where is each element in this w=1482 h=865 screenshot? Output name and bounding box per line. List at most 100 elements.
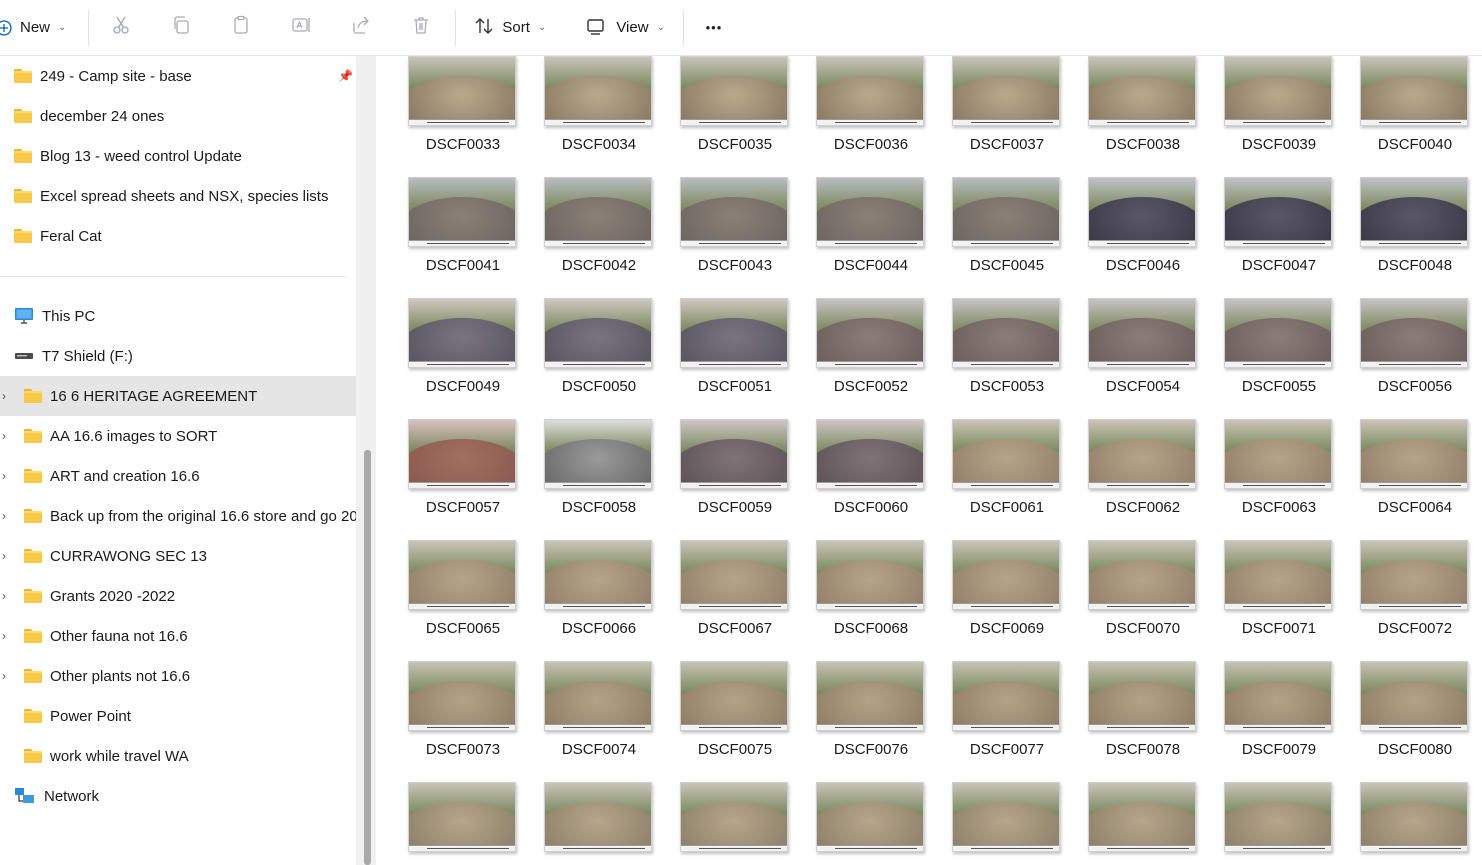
navigation-scrollbar-thumb[interactable] [364, 450, 371, 865]
file-tile[interactable]: DSCF0057 [376, 419, 516, 535]
quick-access-item[interactable]: 249 - Camp site - base 📌 [0, 56, 356, 96]
file-tile[interactable]: DSCF0052 [784, 298, 924, 414]
nav-item-network[interactable]: Network [0, 776, 356, 816]
delete-button[interactable] [401, 10, 441, 46]
file-tile[interactable]: DSCF0065 [376, 540, 516, 656]
more-options-button[interactable]: ••• [694, 10, 734, 46]
file-tile[interactable]: DSCF0072 [1328, 540, 1468, 656]
nav-item-drive[interactable]: T7 Shield (F:) [0, 336, 356, 376]
file-tile[interactable]: DSCF0039 [1192, 56, 1332, 172]
file-tile[interactable]: DSCF0038 [1056, 56, 1196, 172]
file-tile[interactable]: DSCF0036 [784, 56, 924, 172]
file-tile[interactable]: DSCF0037 [920, 56, 1060, 172]
chevron-right-icon[interactable]: › [2, 389, 12, 403]
file-tile[interactable]: DSCF0063 [1192, 419, 1332, 535]
paste-button[interactable] [221, 10, 261, 46]
file-tile[interactable]: DSCF0062 [1056, 419, 1196, 535]
file-tile[interactable]: DSCF0071 [1192, 540, 1332, 656]
file-tile[interactable]: DSCF0051 [648, 298, 788, 414]
quick-access-item[interactable]: Blog 13 - weed control Update [0, 136, 356, 176]
file-tile[interactable]: DSCF0061 [920, 419, 1060, 535]
chevron-right-icon[interactable]: › [2, 629, 12, 643]
drive-folder-item[interactable]: › ART and creation 16.6 [0, 456, 356, 496]
file-tile[interactable]: DSCF0043 [648, 177, 788, 293]
drive-folder-item[interactable]: Power Point [0, 696, 356, 736]
file-tile[interactable] [1192, 782, 1332, 865]
drive-folder-item[interactable]: › Other fauna not 16.6 [0, 616, 356, 656]
cut-button[interactable] [101, 10, 141, 46]
quick-access-item[interactable]: Feral Cat [0, 216, 356, 256]
file-tile[interactable]: DSCF0059 [648, 419, 788, 535]
file-tile[interactable]: DSCF0073 [376, 661, 516, 777]
file-tile[interactable]: DSCF0067 [648, 540, 788, 656]
drive-folder-item[interactable]: › Other plants not 16.6 [0, 656, 356, 696]
chevron-right-icon[interactable]: › [2, 549, 12, 563]
file-tile[interactable]: DSCF0046 [1056, 177, 1196, 293]
file-tile[interactable]: DSCF0066 [512, 540, 652, 656]
pin-icon[interactable]: 📌 [338, 69, 353, 83]
file-tile[interactable]: DSCF0060 [784, 419, 924, 535]
file-tile[interactable]: DSCF0048 [1328, 177, 1468, 293]
file-tile[interactable]: DSCF0058 [512, 419, 652, 535]
file-tile[interactable]: DSCF0044 [784, 177, 924, 293]
file-tile[interactable]: DSCF0070 [1056, 540, 1196, 656]
file-tile[interactable]: DSCF0080 [1328, 661, 1468, 777]
file-tile[interactable] [1328, 782, 1468, 865]
file-name: DSCF0070 [1105, 620, 1181, 637]
image-thumbnail [1224, 177, 1332, 247]
file-tile[interactable] [1056, 782, 1196, 865]
file-tile[interactable] [920, 782, 1060, 865]
file-tile[interactable] [512, 782, 652, 865]
file-tile[interactable]: DSCF0035 [648, 56, 788, 172]
file-tile[interactable]: DSCF0077 [920, 661, 1060, 777]
share-button[interactable] [341, 10, 381, 46]
drive-folder-item[interactable]: › Grants 2020 -2022 [0, 576, 356, 616]
file-tile[interactable]: DSCF0054 [1056, 298, 1196, 414]
quick-access-item[interactable]: december 24 ones [0, 96, 356, 136]
file-tile[interactable]: DSCF0047 [1192, 177, 1332, 293]
file-tile[interactable]: DSCF0045 [920, 177, 1060, 293]
file-tile[interactable]: DSCF0040 [1328, 56, 1468, 172]
file-tile[interactable]: DSCF0041 [376, 177, 516, 293]
file-tile[interactable] [376, 782, 516, 865]
chevron-right-icon[interactable]: › [2, 509, 12, 523]
file-name: DSCF0038 [1105, 136, 1181, 153]
file-tile[interactable] [648, 782, 788, 865]
file-tile[interactable]: DSCF0049 [376, 298, 516, 414]
file-tile[interactable]: DSCF0053 [920, 298, 1060, 414]
chevron-right-icon[interactable]: › [2, 429, 12, 443]
file-tile[interactable]: DSCF0076 [784, 661, 924, 777]
nav-item-this-pc[interactable]: This PC [0, 296, 356, 336]
chevron-right-icon[interactable]: › [2, 669, 12, 683]
drive-folder-item[interactable]: work while travel WA [0, 736, 356, 776]
drive-folder-item[interactable]: › AA 16.6 images to SORT [0, 416, 356, 456]
file-tile[interactable]: DSCF0056 [1328, 298, 1468, 414]
file-tile[interactable]: DSCF0064 [1328, 419, 1468, 535]
drive-folder-item[interactable]: › CURRAWONG SEC 13 [0, 536, 356, 576]
file-tile[interactable]: DSCF0068 [784, 540, 924, 656]
copy-button[interactable] [161, 10, 201, 46]
quick-access-item[interactable]: Excel spread sheets and NSX, species lis… [0, 176, 356, 216]
chevron-right-icon[interactable]: › [2, 589, 12, 603]
file-tile[interactable]: DSCF0074 [512, 661, 652, 777]
new-button[interactable]: New ⌄ [0, 10, 76, 46]
chevron-right-icon[interactable]: › [2, 469, 12, 483]
image-thumbnail [816, 56, 924, 126]
image-thumbnail [816, 298, 924, 368]
drive-folder-item[interactable]: › 16 6 HERITAGE AGREEMENT [0, 376, 356, 416]
rename-button[interactable] [281, 10, 321, 46]
file-tile[interactable]: DSCF0050 [512, 298, 652, 414]
file-tile[interactable]: DSCF0078 [1056, 661, 1196, 777]
file-tile[interactable]: DSCF0033 [376, 56, 516, 172]
file-name: DSCF0071 [1241, 620, 1317, 637]
file-tile[interactable]: DSCF0055 [1192, 298, 1332, 414]
drive-folder-item[interactable]: › Back up from the original 16.6 store an… [0, 496, 356, 536]
file-tile[interactable]: DSCF0034 [512, 56, 652, 172]
file-tile[interactable]: DSCF0042 [512, 177, 652, 293]
file-tile[interactable]: DSCF0079 [1192, 661, 1332, 777]
file-tile[interactable]: DSCF0075 [648, 661, 788, 777]
sort-button[interactable]: Sort ⌄ [474, 10, 546, 46]
file-tile[interactable] [784, 782, 924, 865]
file-tile[interactable]: DSCF0069 [920, 540, 1060, 656]
view-button[interactable]: View ⌄ [586, 10, 665, 46]
